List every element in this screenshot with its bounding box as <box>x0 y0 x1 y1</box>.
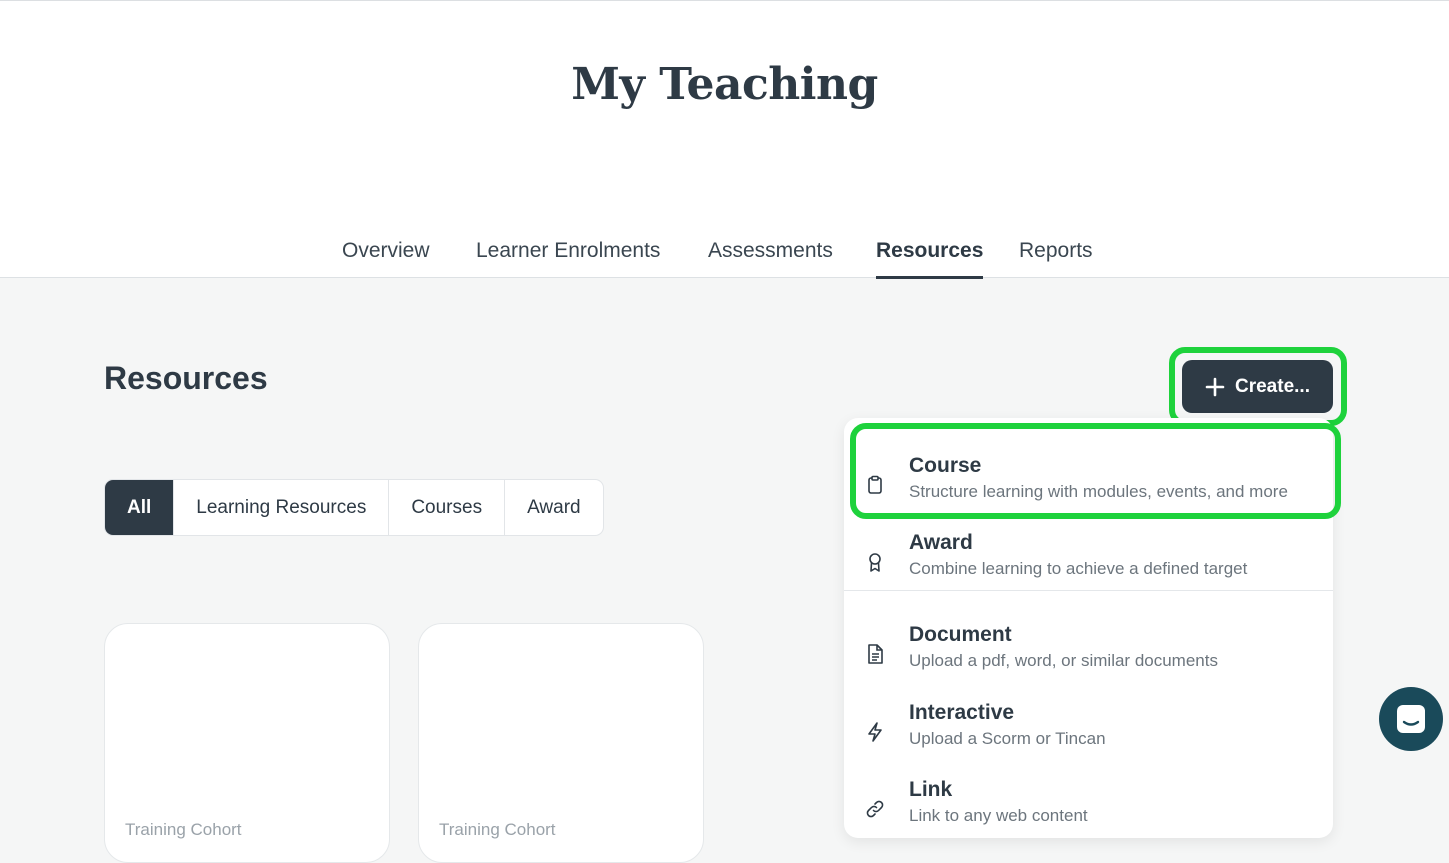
link-icon <box>866 800 884 818</box>
menu-item-description: Combine learning to achieve a defined ta… <box>909 559 1248 578</box>
menu-item-document[interactable]: Document Upload a pdf, word, or similar … <box>844 617 1333 687</box>
menu-item-title: Award <box>909 531 973 554</box>
filter-all[interactable]: All <box>105 480 174 535</box>
page-header: My Teaching Overview Learner Enrolments … <box>0 0 1449 279</box>
menu-item-description: Upload a pdf, word, or similar documents <box>909 651 1218 670</box>
resource-card[interactable]: Training Cohort <box>418 623 704 863</box>
tab-learner-enrolments[interactable]: Learner Enrolments <box>476 237 660 279</box>
filter-courses[interactable]: Courses <box>388 480 504 535</box>
resource-card[interactable]: Training Cohort <box>104 623 390 863</box>
filter-award[interactable]: Award <box>504 480 603 535</box>
card-label: Training Cohort <box>439 820 556 839</box>
section-title: Resources <box>104 360 268 396</box>
card-label: Training Cohort <box>125 820 242 839</box>
create-button[interactable]: Create... <box>1182 360 1333 413</box>
tab-assessments[interactable]: Assessments <box>708 237 833 279</box>
lightning-icon <box>868 722 882 742</box>
menu-item-title: Document <box>909 623 1012 646</box>
document-icon <box>868 644 883 664</box>
menu-item-description: Upload a Scorm or Tincan <box>909 729 1106 748</box>
chat-launcher-button[interactable] <box>1379 687 1443 751</box>
filter-group: All Learning Resources Courses Award <box>104 479 604 536</box>
course-option-highlight <box>850 423 1341 519</box>
tab-resources[interactable]: Resources <box>876 237 984 279</box>
filter-learning-resources[interactable]: Learning Resources <box>173 480 388 535</box>
menu-item-title: Link <box>909 778 953 801</box>
menu-item-title: Interactive <box>909 701 1015 724</box>
menu-divider <box>844 590 1333 591</box>
menu-item-interactive[interactable]: Interactive Upload a Scorm or Tincan <box>844 695 1333 765</box>
menu-item-description: Link to any web content <box>909 806 1088 825</box>
page-title: My Teaching <box>571 59 878 110</box>
menu-item-link[interactable]: Link Link to any web content <box>844 772 1333 842</box>
menu-item-award[interactable]: Award Combine learning to achieve a defi… <box>844 525 1333 595</box>
create-button-label: Create... <box>1235 375 1310 397</box>
tab-reports[interactable]: Reports <box>1019 237 1093 279</box>
tab-bar: Overview Learner Enrolments Assessments … <box>0 237 1449 279</box>
tab-overview[interactable]: Overview <box>342 237 430 279</box>
ribbon-icon <box>869 553 881 572</box>
plus-icon <box>1205 377 1225 396</box>
chat-icon <box>1397 705 1425 733</box>
